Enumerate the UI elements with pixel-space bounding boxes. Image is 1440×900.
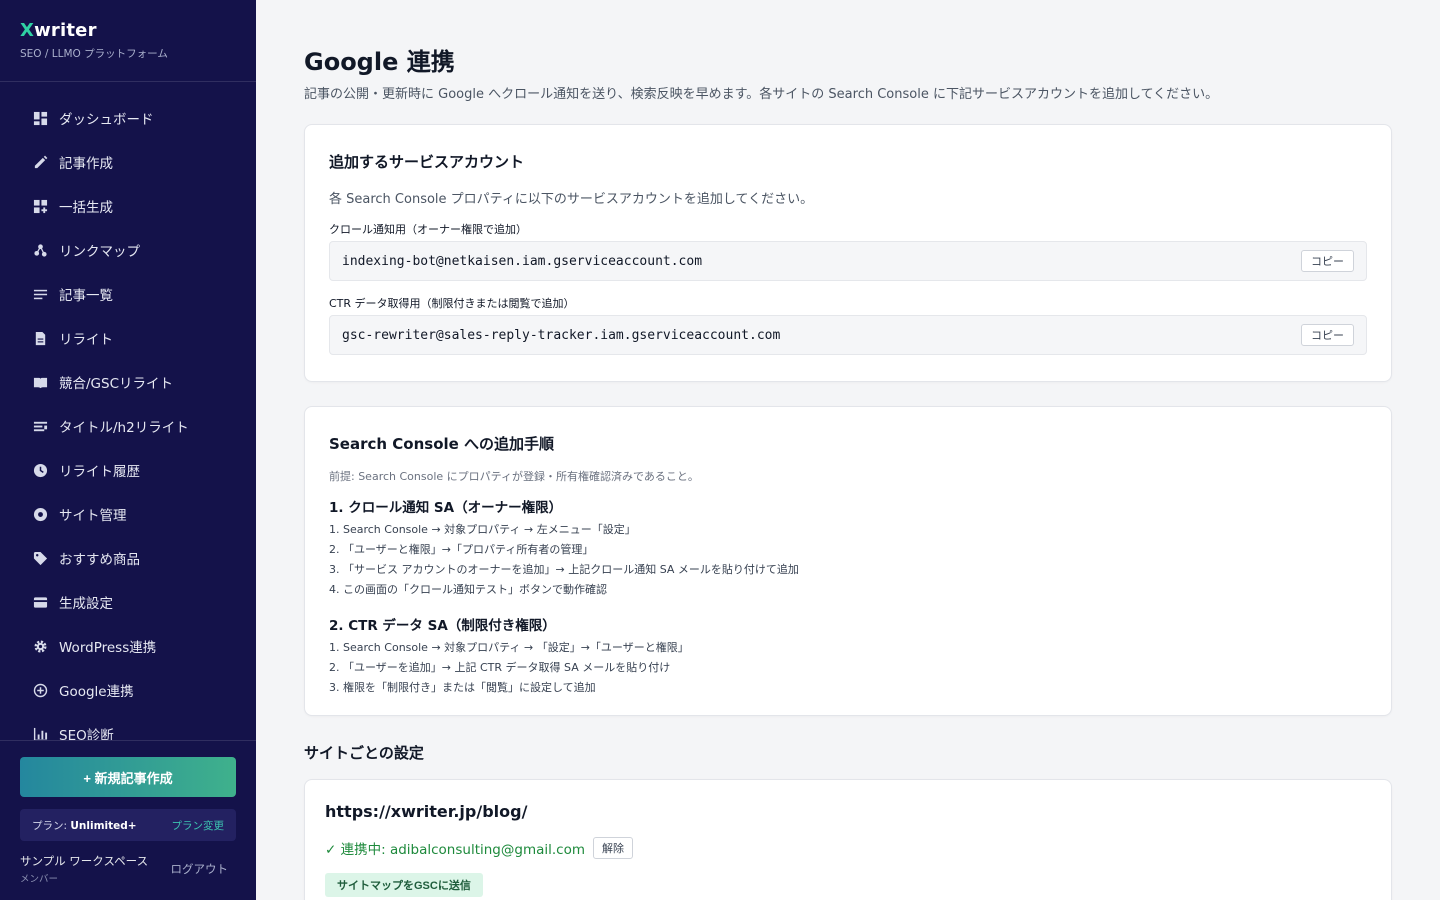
linked-status: ✓ 連携中: adibalconsulting@gmail.com [325, 842, 585, 858]
site-icon [32, 506, 48, 522]
sidebar: Xwriter SEO / LLMO プラットフォーム ダッシュボード 記事作成… [0, 0, 256, 900]
site-url: https://xwriter.jp/blog/ [325, 802, 528, 821]
tag-icon [32, 550, 48, 566]
site-settings-heading: サイトごとの設定 [304, 744, 424, 762]
sidebar-item-label: ダッシュボード [59, 112, 154, 128]
sidebar-item-label: おすすめ商品 [59, 552, 140, 568]
list-item: 4. この画面の「クロール通知テスト」ボタンで動作確認 [329, 583, 607, 596]
page-title: Google 連携 [304, 48, 455, 76]
list-item: 2. 「ユーザーと権限」→「プロパティ所有者の管理」 [329, 543, 594, 556]
sidebar-item-label: リライト [59, 332, 113, 348]
sidebar-item-label: 一括生成 [59, 200, 113, 216]
plus-circle-icon [32, 682, 48, 698]
prerequisite-note: 前提: Search Console にプロパティが登録・所有権確認済みであるこ… [329, 470, 699, 483]
logo-x: X [20, 20, 35, 41]
clock-icon [32, 462, 48, 478]
sidebar-item-generation-settings[interactable]: 生成設定 [0, 580, 256, 624]
sidebar-nav: ダッシュボード 記事作成 一括生成 リンクマップ 記事一覧 リライト 競合/GS… [0, 96, 256, 740]
grid-add-icon [32, 198, 48, 214]
plan-change-link[interactable]: プラン変更 [172, 818, 225, 833]
crawl-steps-list: 1. Search Console → 対象プロパティ → 左メニュー「設定」 … [329, 520, 1367, 600]
sidebar-item-bulk-generate[interactable]: 一括生成 [0, 184, 256, 228]
copy-ctr-email-button[interactable]: コピー [1301, 324, 1354, 346]
sidebar-item-label: SEO診断 [59, 728, 114, 740]
card-icon [32, 594, 48, 610]
sidebar-item-rewrite[interactable]: リライト [0, 316, 256, 360]
pencil-icon [32, 154, 48, 170]
sidebar-item-link-map[interactable]: リンクマップ [0, 228, 256, 272]
sidebar-item-wordpress[interactable]: WordPress連携 [0, 624, 256, 668]
user-panel: サンプル ワークスペース メンバー ログアウト [20, 853, 236, 885]
sidebar-item-site-management[interactable]: サイト管理 [0, 492, 256, 536]
submit-sitemap-button[interactable]: サイトマップをGSCに送信 [325, 873, 483, 897]
sidebar-item-label: リライト履歴 [59, 464, 140, 480]
logout-link[interactable]: ログアウト [171, 861, 229, 877]
workspace-info: サンプル ワークスペース メンバー [20, 853, 148, 885]
sidebar-item-title-h2-rewrite[interactable]: タイトル/h2リライト [0, 404, 256, 448]
sidebar-item-label: 生成設定 [59, 596, 113, 612]
sidebar-item-seo-diagnosis[interactable]: SEO診断 [0, 712, 256, 740]
sidebar-item-label: リンクマップ [59, 244, 140, 260]
dashboard-icon [32, 110, 48, 126]
main-content: Google 連携 記事の公開・更新時に Google へクロール通知を送り、検… [256, 0, 1440, 900]
ctr-sa-field: gsc-rewriter@sales-reply-tracker.iam.gse… [329, 315, 1367, 355]
list-item: 1. Search Console → 対象プロパティ → 左メニュー「設定」 [329, 523, 636, 536]
plan-panel: プラン: Unlimited+ プラン変更 [20, 809, 236, 841]
workspace-name: サンプル ワークスペース [20, 854, 149, 868]
list-item: 3. 「サービス アカウントのオーナーを追加」→ 上記クロール通知 SA メール… [329, 563, 799, 576]
sidebar-item-label: タイトル/h2リライト [59, 420, 189, 436]
sidebar-item-rewrite-history[interactable]: リライト履歴 [0, 448, 256, 492]
list-item: 3. 権限を「制限付き」または「閲覧」に設定して追加 [329, 681, 596, 694]
page-description: 記事の公開・更新時に Google へクロール通知を送り、検索反映を早めます。各… [304, 87, 1219, 102]
plan-name: Unlimited+ [70, 819, 137, 832]
title-icon [32, 418, 48, 434]
list-item: 2. 「ユーザーを追加」→ 上記 CTR データ取得 SA メールを貼り付け [329, 661, 671, 674]
sidebar-item-label: Google連携 [59, 684, 134, 700]
brand: Xwriter SEO / LLMO プラットフォーム [0, 0, 256, 82]
sidebar-item-article-list[interactable]: 記事一覧 [0, 272, 256, 316]
list-item: 1. Search Console → 対象プロパティ → 「設定」→「ユーザー… [329, 641, 689, 654]
list-icon [32, 286, 48, 302]
book-icon [32, 374, 48, 390]
ctr-sa-email[interactable]: gsc-rewriter@sales-reply-tracker.iam.gse… [342, 328, 780, 343]
copy-crawl-email-button[interactable]: コピー [1301, 250, 1354, 272]
sidebar-item-label: 記事一覧 [59, 288, 113, 304]
gear-icon [32, 638, 48, 654]
sidebar-item-competitor-gsc-rewrite[interactable]: 競合/GSCリライト [0, 360, 256, 404]
logo-text: writer [34, 20, 97, 41]
sidebar-item-dashboard[interactable]: ダッシュボード [0, 96, 256, 140]
crawl-sa-email[interactable]: indexing-bot@netkaisen.iam.gserviceaccou… [342, 254, 702, 269]
chart-icon [32, 726, 48, 740]
sidebar-footer: + 新規記事作成 プラン: Unlimited+ プラン変更 サンプル ワークス… [0, 740, 256, 900]
sidebar-item-google[interactable]: Google連携 [0, 668, 256, 712]
crawl-sa-field: indexing-bot@netkaisen.iam.gserviceaccou… [329, 241, 1367, 281]
ctr-steps-list: 1. Search Console → 対象プロパティ → 「設定」→「ユーザー… [329, 638, 1367, 698]
sidebar-item-create-article[interactable]: 記事作成 [0, 140, 256, 184]
ctr-sa-label: CTR データ取得用（制限付きまたは閲覧で追加） [329, 297, 575, 310]
document-icon [32, 330, 48, 346]
service-account-title: 追加するサービスアカウント [329, 153, 525, 171]
crawl-steps-heading: 1. クロール通知 SA（オーナー権限） [329, 500, 563, 516]
sidebar-item-label: 記事作成 [59, 156, 113, 172]
sidebar-item-recommended-products[interactable]: おすすめ商品 [0, 536, 256, 580]
plan-label: プラン: Unlimited+ [32, 818, 137, 833]
service-account-card: 追加するサービスアカウント 各 Search Console プロパティに以下の… [304, 124, 1392, 382]
logo[interactable]: Xwriter [20, 20, 236, 41]
setup-steps-title: Search Console への追加手順 [329, 435, 555, 453]
plan-prefix: プラン: [32, 819, 71, 832]
unlink-button[interactable]: 解除 [593, 837, 633, 859]
sidebar-item-label: サイト管理 [59, 508, 127, 524]
crawl-sa-label: クロール通知用（オーナー権限で追加） [329, 223, 527, 236]
link-map-icon [32, 242, 48, 258]
workspace-role: メンバー [20, 874, 59, 885]
sidebar-item-label: 競合/GSCリライト [59, 376, 174, 392]
brand-subtitle: SEO / LLMO プラットフォーム [20, 48, 168, 60]
site-card: https://xwriter.jp/blog/ ✓ 連携中: adibalco… [304, 779, 1392, 900]
ctr-steps-heading: 2. CTR データ SA（制限付き権限） [329, 618, 556, 634]
service-account-description: 各 Search Console プロパティに以下のサービスアカウントを追加して… [329, 192, 814, 207]
link-status-row: ✓ 連携中: adibalconsulting@gmail.com 解除 [325, 837, 1371, 859]
setup-steps-card: Search Console への追加手順 前提: Search Console… [304, 406, 1392, 716]
sidebar-item-label: WordPress連携 [59, 640, 157, 656]
new-article-button[interactable]: + 新規記事作成 [20, 757, 236, 797]
